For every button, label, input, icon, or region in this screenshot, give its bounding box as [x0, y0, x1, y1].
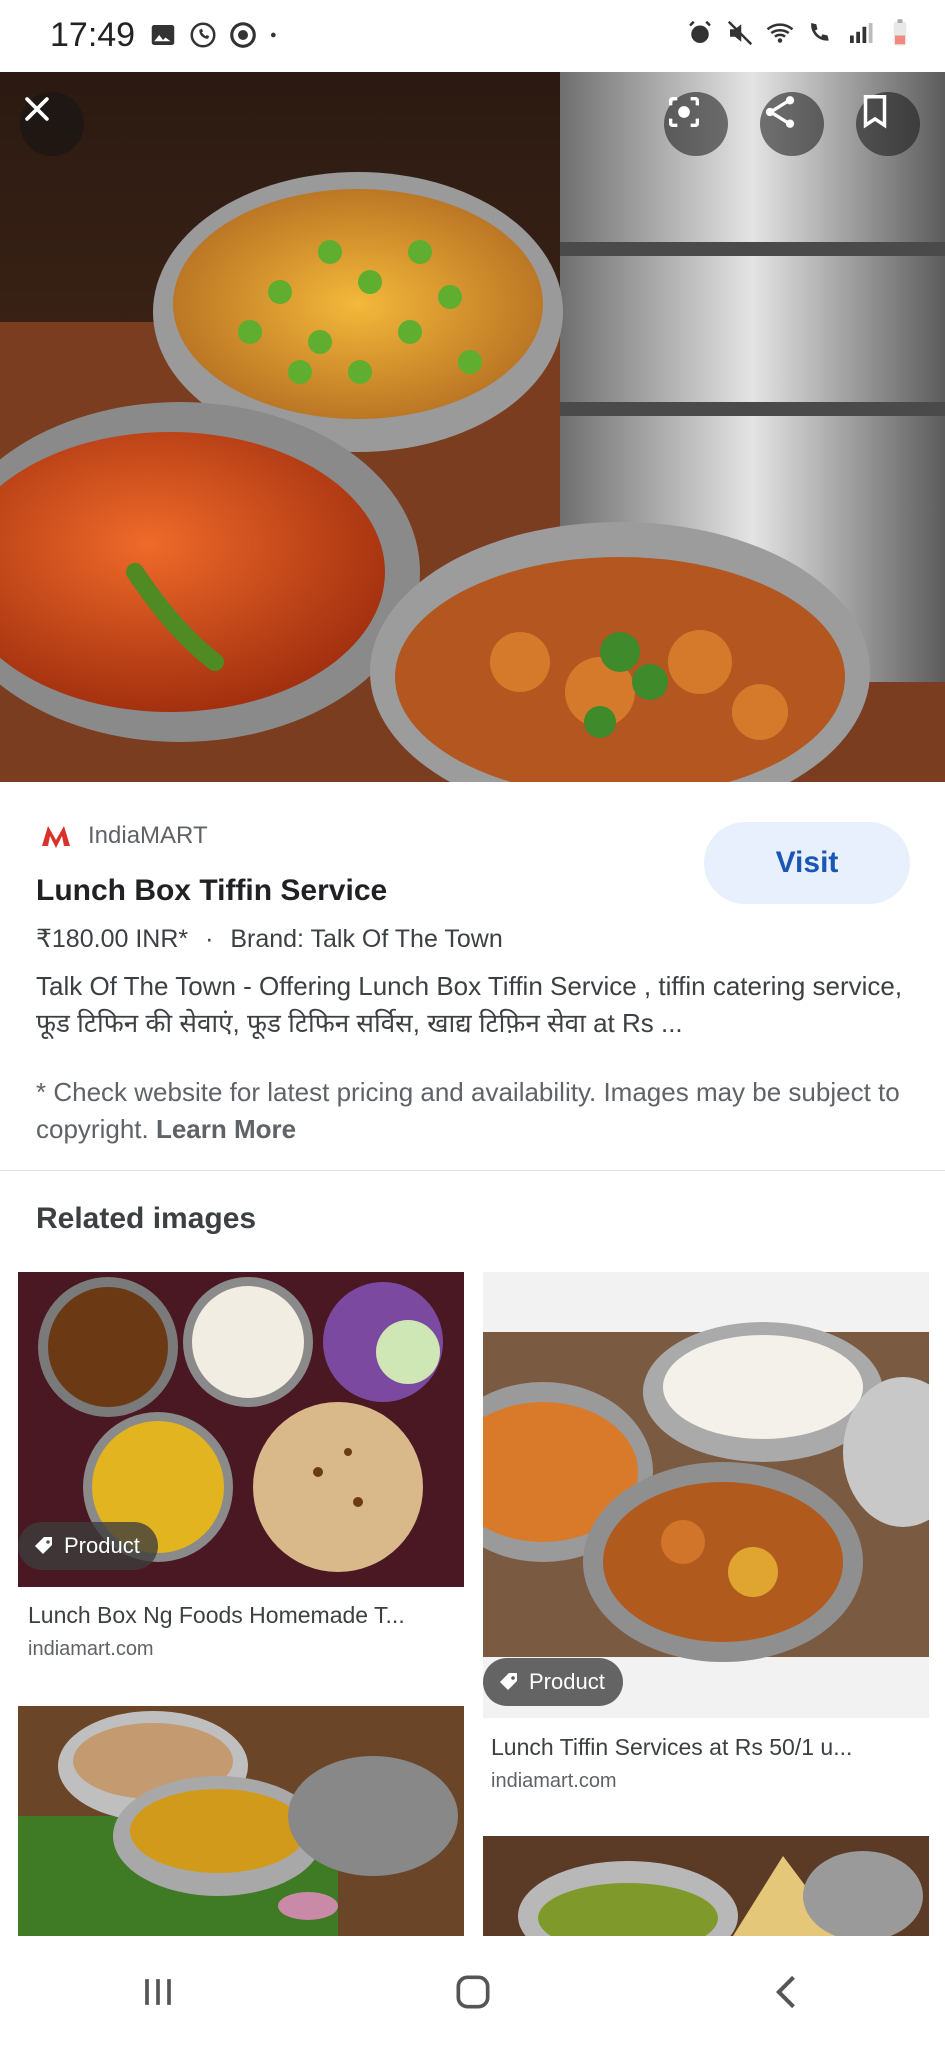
- wifi-icon: [766, 23, 794, 43]
- battery-icon: [893, 19, 907, 46]
- recents-button[interactable]: [98, 1952, 218, 2032]
- tag-icon: [35, 1537, 52, 1554]
- disclaimer: * Check website for latest pricing and a…: [36, 1074, 916, 1148]
- whatsapp-icon: [190, 22, 216, 48]
- close-icon: [25, 97, 49, 121]
- badge-label: Product: [64, 1533, 140, 1558]
- tag-icon: [500, 1673, 517, 1690]
- hero-image[interactable]: [0, 72, 945, 782]
- navigation-bar: [0, 1936, 945, 2048]
- result-description: Talk Of The Town - Offering Lunch Box Ti…: [36, 971, 903, 1038]
- related-card-3[interactable]: [18, 1706, 464, 1936]
- related-card-title-2[interactable]: Lunch Tiffin Services at Rs 50/1 u...: [491, 1734, 852, 1761]
- mute-icon: [727, 20, 753, 46]
- source-name: IndiaMART: [88, 822, 208, 849]
- product-badge-1: Product: [18, 1522, 158, 1570]
- badge-label: Product: [529, 1669, 605, 1694]
- related-card-domain-2: indiamart.com: [491, 1770, 617, 1792]
- status-time: 17:49: [50, 16, 136, 54]
- brand: Brand: Talk Of The Town: [230, 925, 503, 953]
- back-button[interactable]: [728, 1952, 848, 2032]
- hero-food-illustration: [0, 72, 945, 782]
- price: ₹180.00 INR*: [36, 925, 189, 953]
- related-card-1[interactable]: Product Lunch Box Ng Foods Homemade T...…: [18, 1272, 464, 1672]
- related-card-4[interactable]: [483, 1836, 929, 1936]
- home-button[interactable]: [413, 1952, 533, 2032]
- result-title[interactable]: Lunch Box Tiffin Service: [36, 874, 387, 908]
- lens-button[interactable]: [664, 92, 728, 156]
- related-images-heading: Related images: [36, 1202, 257, 1235]
- product-badge-2: Product: [483, 1658, 623, 1706]
- status-bar: 17:49: [0, 0, 945, 72]
- separator: ·: [205, 925, 214, 953]
- alarm-icon: [689, 20, 711, 43]
- share-icon: [765, 96, 795, 128]
- related-card-domain-1: indiamart.com: [28, 1638, 154, 1660]
- status-right-icons: [685, 18, 915, 48]
- divider: [0, 1170, 945, 1171]
- related-card-title-1[interactable]: Lunch Box Ng Foods Homemade T...: [28, 1602, 405, 1629]
- bookmark-icon: [863, 95, 887, 129]
- gallery-icon: [151, 25, 175, 45]
- source-row[interactable]: IndiaMART: [36, 816, 208, 856]
- indiamart-logo: [36, 816, 76, 856]
- related-image-1[interactable]: Product: [18, 1272, 464, 1587]
- back-icon: [775, 1975, 795, 2009]
- learn-more-link[interactable]: Learn More: [156, 1114, 296, 1144]
- call-icon: [811, 23, 829, 41]
- related-image-4[interactable]: [483, 1836, 929, 1936]
- visit-button[interactable]: Visit: [704, 822, 910, 904]
- recents-icon: [144, 1979, 171, 2005]
- media-icon: [230, 22, 256, 48]
- related-image-3[interactable]: [18, 1706, 464, 1936]
- dot-icon: [271, 32, 276, 38]
- signal-icon: [850, 23, 873, 43]
- close-button[interactable]: [20, 92, 84, 156]
- related-card-2[interactable]: Product Lunch Tiffin Services at Rs 50/1…: [483, 1272, 929, 1802]
- share-button[interactable]: [760, 92, 824, 156]
- status-left-icons: [148, 20, 284, 50]
- related-image-2[interactable]: Product: [483, 1272, 929, 1718]
- lens-icon: [669, 97, 699, 127]
- home-icon: [456, 1975, 489, 2009]
- price-row: ₹180.00 INR* · Brand: Talk Of The Town: [36, 924, 503, 954]
- bookmark-button[interactable]: [856, 92, 920, 156]
